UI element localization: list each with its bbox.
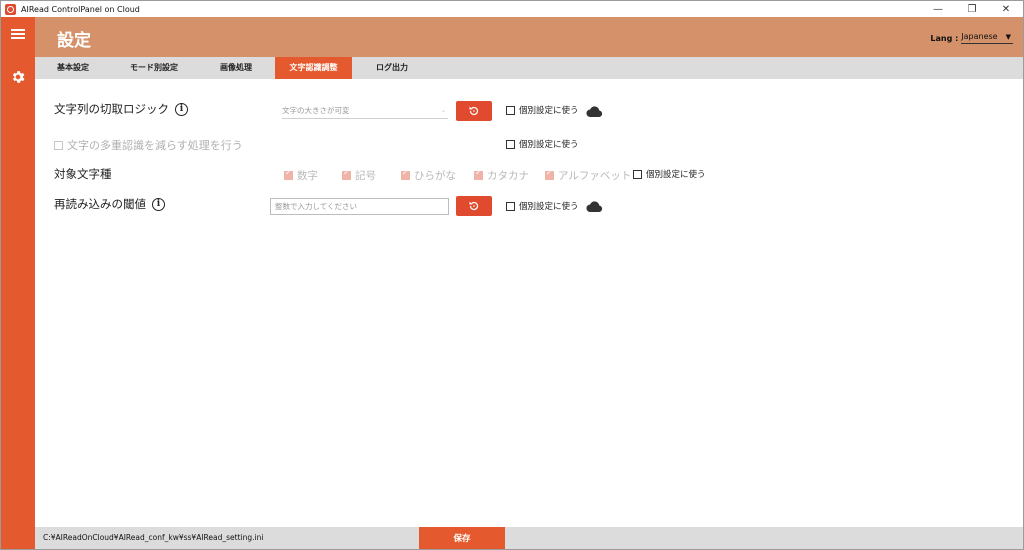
cloud-icon [586, 201, 603, 212]
settings-panel: 文字列の切取ロジック i 文字の大きさが可変 ⌄ 個別設定に使う 文字の多重認識… [35, 79, 1023, 527]
dropdown-arrow-icon: ▼ [1005, 32, 1011, 41]
char-types-label: 対象文字種 [54, 167, 112, 181]
tab-mode[interactable]: モード別設定 [111, 57, 197, 79]
restore-button[interactable]: ❐ [955, 1, 989, 17]
char-type-alphabet[interactable]: アルファベット [545, 168, 631, 183]
window-title: AIRead ControlPanel on Cloud [21, 4, 140, 14]
hamburger-icon[interactable] [11, 29, 25, 39]
cut-logic-row: 文字列の切取ロジック i [54, 101, 188, 117]
char-type-label: 数字 [297, 170, 318, 182]
char-type-label: アルファベット [558, 170, 632, 182]
reread-threshold-row: 再読み込みの閾値 i [54, 196, 165, 212]
tab-bar: 基本設定 モード別設定 画像処理 文字認識調整 ログ出力 [35, 57, 1023, 79]
save-button[interactable]: 保存 [419, 527, 505, 549]
window-controls: — ❐ ✕ [921, 1, 1023, 17]
cut-logic-label: 文字列の切取ロジック [54, 102, 169, 116]
reset-icon [469, 201, 479, 211]
individual-checkbox[interactable] [633, 169, 642, 179]
lang-dropdown[interactable]: Japanese ▼ [961, 32, 1013, 44]
reduce-multi-row[interactable]: 文字の多重認識を減らす処理を行う [54, 137, 243, 153]
language-selector[interactable]: Lang : Japanese ▼ [930, 32, 1013, 44]
info-icon[interactable]: i [152, 197, 165, 211]
cloud-icon [586, 106, 603, 117]
char-types-row: 対象文字種 [54, 166, 112, 182]
dropdown-arrow-icon: ⌄ [440, 107, 446, 114]
reread-threshold-label: 再読み込みの閾値 [54, 197, 146, 211]
close-button[interactable]: ✕ [989, 1, 1023, 17]
checkbox[interactable] [342, 168, 351, 180]
reduce-multi-label: 文字の多重認識を減らす処理を行う [67, 139, 243, 152]
cut-logic-select[interactable]: 文字の大きさが可変 ⌄ [282, 103, 448, 119]
reread-threshold-input[interactable]: 整数で入力してください [270, 198, 449, 215]
checkbox[interactable] [284, 168, 293, 180]
minimize-button[interactable]: — [921, 1, 955, 17]
individual-label: 個別設定に使う [519, 202, 579, 212]
cut-logic-reset-button[interactable] [456, 101, 492, 121]
page-header: 設定 Lang : Japanese ▼ [35, 17, 1023, 57]
individual-checkbox[interactable] [506, 201, 515, 211]
app-logo-icon [5, 3, 16, 15]
info-icon[interactable]: i [175, 102, 188, 116]
lang-label: Lang : [930, 33, 959, 43]
tab-image[interactable]: 画像処理 [197, 57, 275, 79]
reread-threshold-reset-button[interactable] [456, 196, 492, 216]
reset-icon [469, 106, 479, 116]
app-window: AIRead ControlPanel on Cloud — ❐ ✕ 設定 La… [0, 0, 1024, 550]
individual-checkbox[interactable] [506, 139, 515, 149]
checkbox[interactable] [545, 168, 554, 180]
gear-icon[interactable] [10, 69, 26, 85]
char-types-individual[interactable]: 個別設定に使う [633, 168, 706, 180]
char-type-label: カタカナ [487, 170, 529, 182]
char-type-katakana[interactable]: カタカナ [474, 168, 529, 183]
reread-threshold-placeholder: 整数で入力してください [275, 202, 358, 211]
reduce-multi-checkbox[interactable] [54, 140, 63, 150]
char-type-numbers[interactable]: 数字 [284, 168, 318, 183]
individual-label: 個別設定に使う [519, 106, 579, 116]
lang-value: Japanese [961, 32, 998, 41]
sidebar [1, 17, 35, 549]
tab-basic[interactable]: 基本設定 [35, 57, 111, 79]
settings-file-path: C:¥AIReadOnCloud¥AIRead_conf_kw¥ss¥AIRea… [43, 533, 264, 542]
checkbox[interactable] [401, 168, 410, 180]
cut-logic-select-value: 文字の大きさが可変 [282, 106, 350, 115]
footer-bar: C:¥AIReadOnCloud¥AIRead_conf_kw¥ss¥AIRea… [35, 527, 1023, 549]
individual-label: 個別設定に使う [646, 170, 706, 180]
title-bar: AIRead ControlPanel on Cloud — ❐ ✕ [1, 1, 1023, 17]
char-type-label: 記号 [355, 170, 376, 182]
char-type-label: ひらがな [414, 170, 456, 182]
tab-log[interactable]: ログ出力 [352, 57, 432, 79]
tab-recognition[interactable]: 文字認識調整 [275, 57, 352, 79]
char-type-hiragana[interactable]: ひらがな [401, 168, 456, 183]
checkbox[interactable] [474, 168, 483, 180]
reread-threshold-individual[interactable]: 個別設定に使う [506, 200, 579, 212]
individual-label: 個別設定に使う [519, 140, 579, 150]
individual-checkbox[interactable] [506, 105, 515, 115]
page-title: 設定 [57, 31, 91, 51]
cut-logic-individual[interactable]: 個別設定に使う [506, 104, 579, 116]
reduce-multi-individual[interactable]: 個別設定に使う [506, 138, 579, 150]
char-type-symbols[interactable]: 記号 [342, 168, 376, 183]
